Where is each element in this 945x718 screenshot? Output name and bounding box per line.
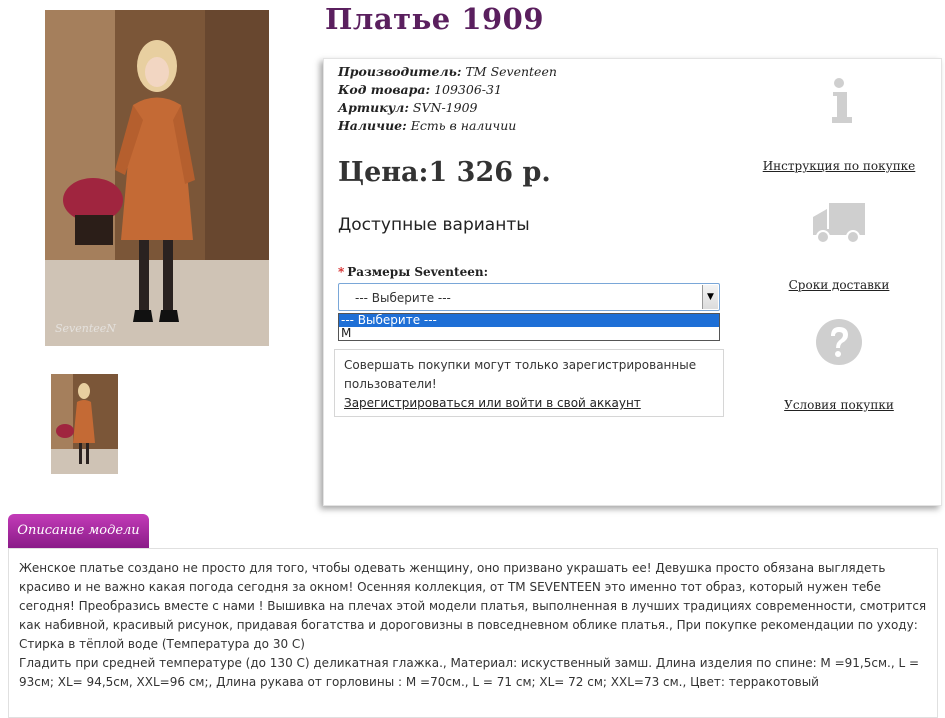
product-thumbnail[interactable] bbox=[51, 374, 118, 474]
dropdown-option-m[interactable]: M bbox=[339, 327, 719, 340]
tab-description[interactable]: Описание модели bbox=[8, 514, 149, 548]
description-paragraph: Женское платье создано не просто для тог… bbox=[19, 561, 927, 632]
registration-notice: Совершать покупки могут только зарегистр… bbox=[334, 349, 724, 417]
variants-heading: Доступные варианты bbox=[338, 215, 530, 235]
required-mark: * bbox=[338, 265, 345, 279]
stock-label: Наличие: bbox=[338, 118, 407, 133]
notice-text: Совершать покупки могут только зарегистр… bbox=[344, 358, 697, 391]
product-main-photo[interactable]: SeventeeN bbox=[45, 10, 269, 346]
photo-watermark: SeventeeN bbox=[55, 322, 116, 335]
product-info-panel: Производитель: TM Seventeen Код товара: … bbox=[323, 58, 942, 506]
care-instructions: Стирка в тёплой воде (Температура до 30 … bbox=[19, 637, 305, 651]
size-dropdown-list[interactable]: --- Выберите --- M bbox=[338, 313, 720, 341]
delivery-terms-link[interactable]: Сроки доставки bbox=[754, 278, 924, 292]
code-label: Код товара: bbox=[338, 82, 431, 97]
truck-icon bbox=[754, 199, 924, 251]
size-select-value: --- Выберите --- bbox=[355, 291, 451, 305]
product-meta: Производитель: TM Seventeen Код товара: … bbox=[338, 63, 557, 135]
sku-label: Артикул: bbox=[338, 100, 409, 115]
chevron-down-icon[interactable]: ▼ bbox=[702, 285, 718, 309]
stock-value: Есть в наличии bbox=[410, 118, 517, 133]
code-value: 109306-31 bbox=[434, 82, 502, 97]
purchase-instructions-link[interactable]: Инструкция по покупке bbox=[754, 159, 924, 173]
info-icon bbox=[754, 77, 924, 129]
product-details: Гладить при средней температуре (до 130 … bbox=[19, 656, 920, 689]
purchase-conditions-link[interactable]: Условия покупки bbox=[754, 398, 924, 412]
manufacturer-label: Производитель: bbox=[338, 64, 462, 79]
manufacturer-value: TM Seventeen bbox=[465, 64, 557, 79]
size-label-text: Размеры Seventeen: bbox=[347, 265, 488, 279]
sku-value: SVN-1909 bbox=[412, 100, 478, 115]
size-option-label: * Размеры Seventeen: bbox=[338, 265, 488, 279]
product-title: Платье 1909 bbox=[325, 2, 545, 36]
description-panel: Женское платье создано не просто для тог… bbox=[8, 548, 938, 718]
question-icon bbox=[754, 317, 924, 371]
size-select[interactable]: --- Выберите --- ▼ bbox=[338, 283, 720, 311]
dropdown-option-placeholder[interactable]: --- Выберите --- bbox=[339, 314, 719, 327]
product-price: Цена:1 326 р. bbox=[338, 157, 551, 188]
login-register-link[interactable]: Зарегистрироваться или войти в свой акка… bbox=[344, 396, 641, 410]
